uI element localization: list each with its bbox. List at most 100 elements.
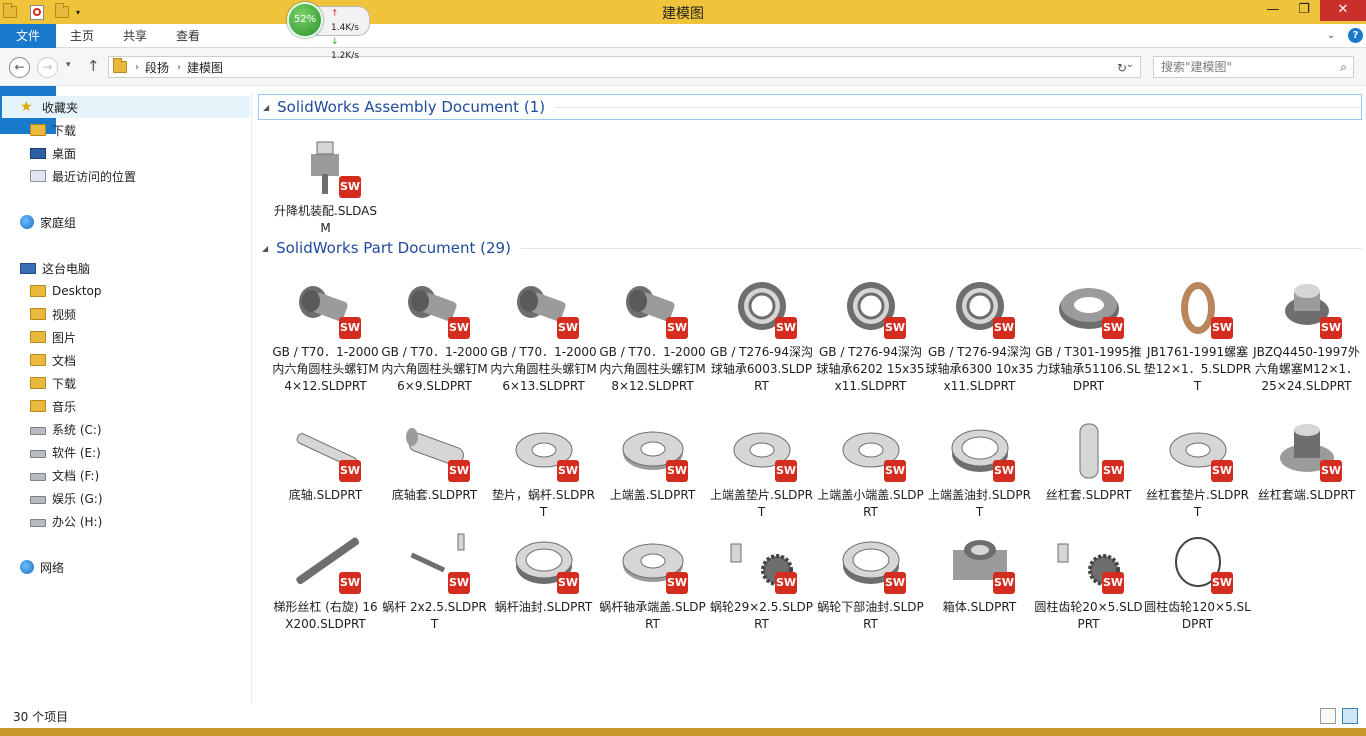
- breadcrumb-item[interactable]: 建模图: [187, 59, 223, 76]
- file-item[interactable]: SW GB / T70．1-2000内六角圆柱头螺钉M4×12.SLDPRT: [271, 277, 380, 393]
- collapse-icon[interactable]: ◢: [263, 103, 269, 112]
- solidworks-part-icon: SW: [618, 532, 688, 594]
- nav-item-drive-e[interactable]: 软件 (E:): [30, 441, 101, 463]
- nav-homegroup[interactable]: 家庭组: [20, 211, 76, 233]
- solidworks-part-icon: SW: [509, 532, 579, 594]
- address-bar[interactable]: › 段扬 › 建模图 ⌄: [108, 56, 1141, 78]
- solidworks-badge-icon: SW: [339, 317, 361, 339]
- solidworks-part-icon: SW: [727, 532, 797, 594]
- file-item[interactable]: SW 蜗杆油封.SLDPRT: [489, 532, 598, 642]
- file-item[interactable]: SW 蜗杆轴承端盖.SLDPRT: [598, 532, 707, 642]
- help-icon[interactable]: ?: [1348, 28, 1363, 43]
- file-item[interactable]: SW 箱体.SLDPRT: [925, 532, 1034, 642]
- file-item[interactable]: SW GB / T276-94深沟球轴承6300 10x35x11.SLDPRT: [925, 277, 1034, 393]
- file-item[interactable]: SW 蜗轮29×2.5.SLDPRT: [707, 532, 816, 642]
- maximize-button[interactable]: ❐: [1289, 0, 1319, 21]
- nav-item-downloads-pc[interactable]: 下载: [30, 372, 76, 394]
- solidworks-part-icon: SW: [1054, 532, 1124, 594]
- file-item[interactable]: SW GB / T70．1-2000内六角圆柱头螺钉M8×12.SLDPRT: [598, 277, 707, 393]
- file-name: 蜗杆轴承端盖.SLDPRT: [599, 600, 706, 631]
- window-title: 建模图: [662, 6, 704, 22]
- nav-item-videos[interactable]: 视频: [30, 303, 76, 325]
- tab-home[interactable]: 主页: [70, 24, 94, 48]
- nav-network[interactable]: 网络: [20, 556, 64, 578]
- nav-item-drive-f[interactable]: 文档 (F:): [30, 464, 99, 486]
- file-item[interactable]: SW 丝杠套.SLDPRT: [1034, 420, 1143, 530]
- nav-item-pictures[interactable]: 图片: [30, 326, 76, 348]
- solidworks-part-icon: SW: [1163, 420, 1233, 482]
- nav-this-pc[interactable]: 这台电脑: [20, 257, 90, 279]
- up-button[interactable]: ↑: [87, 57, 100, 75]
- collapse-icon[interactable]: ◢: [262, 244, 268, 253]
- nav-item-drive-g[interactable]: 娱乐 (G:): [30, 487, 103, 509]
- file-item[interactable]: SW 丝杠套垫片.SLDPRT: [1143, 420, 1252, 530]
- solidworks-part-icon: SW: [400, 532, 470, 594]
- file-item[interactable]: SW 底轴.SLDPRT: [271, 420, 380, 530]
- file-item[interactable]: SW JB1761-1991螺塞垫12×1．5.SLDPRT: [1143, 277, 1252, 393]
- file-item[interactable]: SW 底轴套.SLDPRT: [380, 420, 489, 530]
- solidworks-badge-icon: SW: [448, 460, 470, 482]
- large-icons-view-button[interactable]: [1342, 708, 1358, 724]
- solidworks-badge-icon: SW: [884, 460, 906, 482]
- nav-item-drive-c[interactable]: 系统 (C:): [30, 418, 102, 440]
- file-item[interactable]: SW 上端盖.SLDPRT: [598, 420, 707, 530]
- file-name: 升降机装配.SLDASM: [274, 204, 377, 235]
- back-button[interactable]: ←: [9, 57, 30, 78]
- star-icon: ★: [20, 99, 33, 115]
- search-icon[interactable]: ⌕: [1340, 57, 1347, 77]
- file-name: 梯形丝杠 (右旋) 16X200.SLDPRT: [273, 600, 378, 631]
- file-item[interactable]: SW 圆柱齿轮20×5.SLDPRT: [1034, 532, 1143, 642]
- minimize-button[interactable]: —: [1258, 0, 1288, 21]
- nav-item-documents[interactable]: 文档: [30, 349, 76, 371]
- solidworks-part-icon: SW: [1272, 277, 1342, 339]
- solidworks-part-icon: SW: [727, 420, 797, 482]
- network-monitor-widget[interactable]: ↑ 1.4K/s ↓ 1.2K/s 52%: [286, 2, 378, 61]
- file-item[interactable]: SW GB / T276-94深沟球轴承6003.SLDPRT: [707, 277, 816, 393]
- file-item[interactable]: SW 上端盖垫片.SLDPRT: [707, 420, 816, 530]
- forward-button[interactable]: →: [37, 57, 58, 78]
- file-item[interactable]: SW 蜗轮下部油封.SLDPRT: [816, 532, 925, 642]
- file-item[interactable]: SW JBZQ4450-1997外六角螺塞M12×1．25×24.SLDPRT: [1252, 277, 1361, 393]
- file-item[interactable]: SW 丝杠套端.SLDPRT: [1252, 420, 1361, 530]
- drive-icon: [30, 427, 46, 435]
- solidworks-badge-icon: SW: [448, 572, 470, 594]
- refresh-icon[interactable]: ↻: [1117, 61, 1127, 75]
- file-item[interactable]: SW 蜗杆 2x2.5.SLDPRT: [380, 532, 489, 642]
- recent-locations-icon[interactable]: ▾: [66, 60, 71, 70]
- group-header-part[interactable]: ◢ SolidWorks Part Document (29): [258, 235, 1362, 261]
- file-item[interactable]: SW 梯形丝杠 (右旋) 16X200.SLDPRT: [271, 532, 380, 642]
- nav-item-desktop-folder[interactable]: Desktop: [30, 280, 102, 302]
- file-item[interactable]: SW 圆柱齿轮120×5.SLDPRT: [1143, 532, 1252, 642]
- solidworks-part-icon: SW: [291, 136, 361, 198]
- file-item[interactable]: SW 上端盖小端盖.SLDPRT: [816, 420, 925, 530]
- solidworks-badge-icon: SW: [1211, 317, 1233, 339]
- details-view-button[interactable]: [1320, 708, 1336, 724]
- file-item[interactable]: SW 升降机装配.SLDASM: [271, 136, 380, 246]
- solidworks-part-icon: SW: [1054, 420, 1124, 482]
- close-button[interactable]: ✕: [1320, 0, 1366, 21]
- group-header-assembly[interactable]: ◢ SolidWorks Assembly Document (1): [258, 94, 1362, 120]
- file-name: 蜗杆油封.SLDPRT: [494, 600, 593, 614]
- upload-speed: 1.4K/s: [331, 23, 359, 33]
- solidworks-badge-icon: SW: [666, 317, 688, 339]
- file-item[interactable]: SW GB / T70．1-2000内六角圆柱头螺钉M6×13.SLDPRT: [489, 277, 598, 393]
- nav-item-desktop[interactable]: 桌面: [30, 142, 76, 164]
- tab-view[interactable]: 查看: [176, 24, 200, 48]
- breadcrumb-item[interactable]: 段扬: [145, 59, 169, 76]
- nav-favorites[interactable]: ★ 收藏夹: [2, 96, 250, 118]
- title-bar: ▾ 建模图 — ❐ ✕: [0, 0, 1366, 24]
- expand-ribbon-icon[interactable]: ⌄: [1327, 24, 1335, 48]
- solidworks-badge-icon: SW: [1320, 460, 1342, 482]
- nav-item-drive-h[interactable]: 办公 (H:): [30, 510, 102, 532]
- nav-item-recent[interactable]: 最近访问的位置: [30, 165, 136, 187]
- file-item[interactable]: SW GB / T276-94深沟球轴承6202 15x35x11.SLDPRT: [816, 277, 925, 393]
- solidworks-part-icon: SW: [836, 532, 906, 594]
- tab-share[interactable]: 共享: [123, 24, 147, 48]
- file-item[interactable]: SW GB / T70．1-2000内六角圆柱头螺钉M6×9.SLDPRT: [380, 277, 489, 393]
- nav-item-downloads[interactable]: 下载: [30, 119, 76, 141]
- file-item[interactable]: SW GB / T301-1995推力球轴承51106.SLDPRT: [1034, 277, 1143, 393]
- file-item[interactable]: SW 垫片，蜗杆.SLDPRT: [489, 420, 598, 530]
- nav-item-music[interactable]: 音乐: [30, 395, 76, 417]
- search-input[interactable]: 搜索"建模图" ⌕: [1153, 56, 1354, 78]
- file-item[interactable]: SW 上端盖油封.SLDPRT: [925, 420, 1034, 530]
